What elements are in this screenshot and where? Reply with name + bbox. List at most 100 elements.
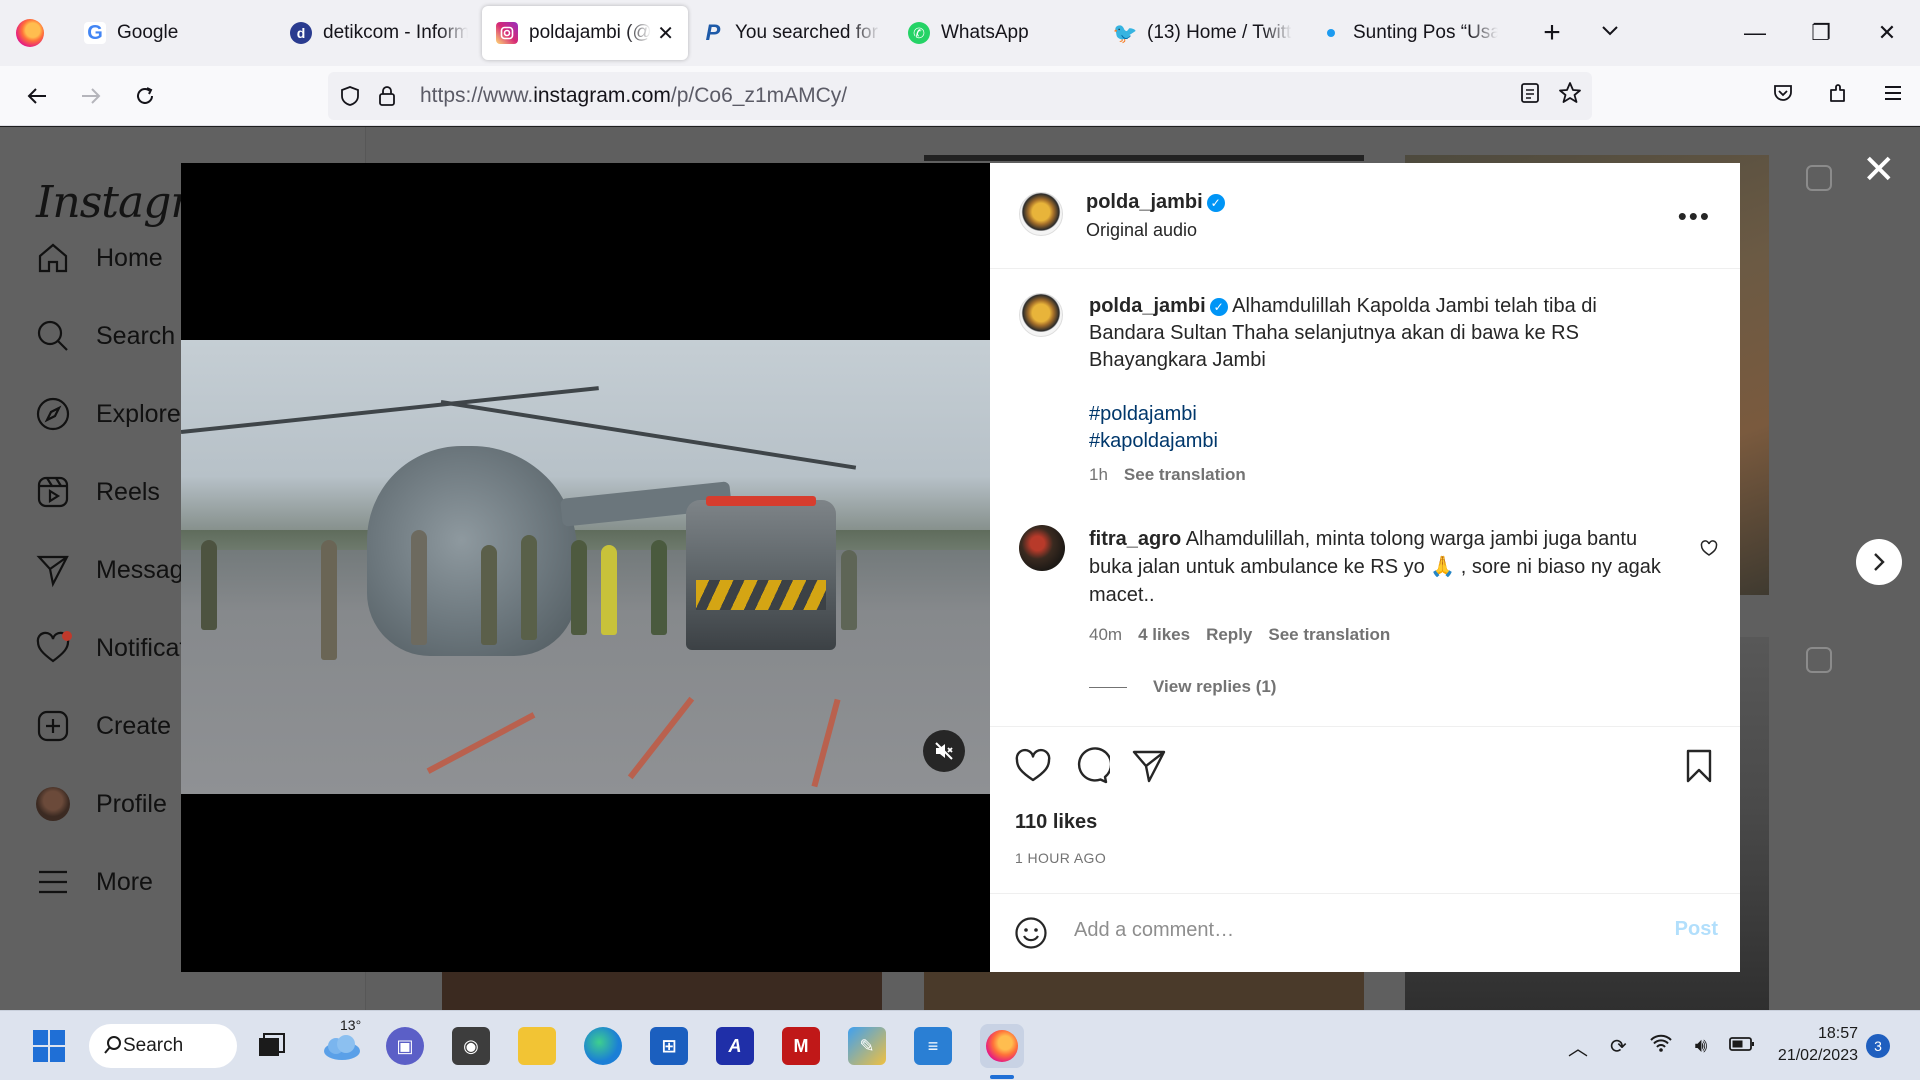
- hashtag-link[interactable]: #kapoldajambi: [1089, 428, 1649, 455]
- sidebar-item-profile[interactable]: Profile: [34, 779, 167, 829]
- likes-count[interactable]: 110 likes: [1015, 811, 1097, 834]
- tab-detik[interactable]: d detikcom - Informasi: [276, 6, 482, 60]
- comment-bubble-icon[interactable]: [1072, 747, 1113, 785]
- sidebar-item-home[interactable]: Home: [34, 233, 163, 283]
- sidebar-item-reels[interactable]: Reels: [34, 467, 160, 517]
- lock-icon[interactable]: [378, 85, 402, 107]
- post-video-player[interactable]: [181, 163, 990, 972]
- comment-input[interactable]: [1074, 919, 1634, 942]
- taskbar-search[interactable]: Search: [89, 1024, 237, 1068]
- weather-widget[interactable]: 13°: [320, 1017, 364, 1065]
- camera-icon[interactable]: ◉: [452, 1027, 490, 1065]
- sidebar-item-explore[interactable]: Explore: [34, 389, 181, 439]
- restore-icon[interactable]: ❐: [1788, 0, 1854, 66]
- taskbar-clock[interactable]: 18:57 21/02/2023: [1762, 1023, 1858, 1067]
- avatar[interactable]: [1019, 293, 1063, 337]
- comment-likes[interactable]: 4 likes: [1138, 625, 1190, 644]
- person-shape: [321, 540, 337, 660]
- tab-twitter[interactable]: 🐦 (13) Home / Twitter: [1100, 6, 1306, 60]
- chevron-down-icon[interactable]: [1592, 24, 1628, 42]
- close-tab-icon[interactable]: ✕: [657, 21, 674, 46]
- edge-icon[interactable]: [584, 1027, 622, 1065]
- reader-view-icon[interactable]: [1520, 82, 1540, 110]
- microsoft-store-icon[interactable]: ⊞: [650, 1027, 688, 1065]
- comment-time[interactable]: 40m: [1089, 625, 1122, 644]
- view-replies[interactable]: View replies (1): [1089, 673, 1679, 701]
- grid-thumbnail[interactable]: [924, 970, 1364, 1010]
- url-bar[interactable]: https://www.instagram.com/p/Co6_z1mAMCy/: [328, 72, 1592, 120]
- grid-thumbnail[interactable]: [442, 970, 882, 1010]
- caption-time[interactable]: 1h: [1089, 465, 1108, 484]
- chevron-right-icon: [1874, 553, 1885, 571]
- teams-chat-icon[interactable]: ▣: [386, 1027, 424, 1065]
- audio-label[interactable]: Original audio: [1086, 220, 1225, 241]
- person-shape: [201, 540, 217, 630]
- sidebar-item-search[interactable]: Search: [34, 311, 175, 361]
- firefox-taskbar-icon[interactable]: [980, 1024, 1024, 1068]
- bookmark-star-icon[interactable]: [1558, 81, 1582, 111]
- pocket-icon[interactable]: [1755, 82, 1810, 110]
- avatar[interactable]: [1019, 192, 1063, 236]
- notepad-icon[interactable]: ≡: [914, 1027, 952, 1065]
- sidebar-item-create[interactable]: Create: [34, 701, 171, 751]
- video-frame[interactable]: [181, 340, 990, 794]
- wifi-icon[interactable]: [1649, 1033, 1673, 1059]
- comment-like-icon[interactable]: [1700, 539, 1718, 562]
- extensions-icon[interactable]: [1810, 82, 1865, 110]
- next-post-button[interactable]: [1856, 539, 1902, 585]
- like-heart-icon[interactable]: [1014, 747, 1052, 785]
- battery-icon[interactable]: [1729, 1035, 1755, 1058]
- file-explorer-icon[interactable]: [518, 1027, 556, 1065]
- notification-count-badge[interactable]: 3: [1866, 1034, 1890, 1058]
- author-username[interactable]: polda_jambi: [1086, 191, 1203, 213]
- see-translation-link[interactable]: See translation: [1268, 625, 1390, 644]
- post-timestamp[interactable]: 1 HOUR AGO: [1015, 850, 1106, 866]
- actions-divider: [990, 726, 1740, 727]
- ambulance-shape: [686, 500, 836, 650]
- mute-button[interactable]: [923, 730, 965, 772]
- tab-wordpress[interactable]: Sunting Pos “Usai: [1306, 6, 1512, 60]
- home-icon: [34, 239, 72, 277]
- mcafee-icon[interactable]: M: [782, 1027, 820, 1065]
- grid-thumbnail[interactable]: [924, 155, 1364, 161]
- avatar[interactable]: [1019, 525, 1065, 571]
- bookmark-icon[interactable]: [1680, 747, 1718, 785]
- share-icon[interactable]: [1130, 747, 1168, 785]
- comment-username[interactable]: fitra_agro: [1089, 528, 1181, 550]
- post-comment-button[interactable]: Post: [1675, 918, 1718, 941]
- firefox-logo-icon[interactable]: [16, 19, 44, 47]
- dictionary-app-icon[interactable]: A: [716, 1027, 754, 1065]
- reply-button[interactable]: Reply: [1206, 625, 1252, 644]
- caption-username[interactable]: polda_jambi: [1089, 295, 1206, 317]
- hamburger-menu-icon[interactable]: [1865, 82, 1920, 110]
- shield-icon[interactable]: [340, 85, 364, 107]
- volume-icon[interactable]: 🔊︎: [1695, 1035, 1708, 1058]
- sync-icon[interactable]: ⟳: [1610, 1034, 1627, 1059]
- url-text[interactable]: https://www.instagram.com/p/Co6_z1mAMCy/: [420, 84, 847, 108]
- windows-start-icon[interactable]: [30, 1027, 68, 1065]
- reload-icon[interactable]: [118, 76, 172, 116]
- search-icon: [34, 317, 72, 355]
- view-replies-button[interactable]: View replies (1): [1153, 673, 1276, 701]
- tab-search-result[interactable]: P You searched for kapolda: [688, 6, 894, 60]
- tab-whatsapp[interactable]: ✆ WhatsApp: [894, 6, 1100, 60]
- sidebar-item-more[interactable]: More: [34, 857, 153, 907]
- forward-icon[interactable]: [64, 76, 118, 116]
- search-icon: [103, 1035, 123, 1061]
- chevron-up-icon[interactable]: ︿: [1568, 1032, 1588, 1061]
- ambulance-light-shape: [706, 496, 816, 506]
- close-modal-icon[interactable]: ✕: [1862, 150, 1896, 190]
- task-view-icon[interactable]: [252, 1027, 290, 1065]
- paint-icon[interactable]: ✎: [848, 1027, 886, 1065]
- new-tab-icon[interactable]: +: [1534, 16, 1570, 50]
- more-options-icon[interactable]: •••: [1678, 201, 1711, 232]
- tab-instagram[interactable]: poldajambi (@poldajambi) ✕: [482, 6, 688, 60]
- emoji-icon[interactable]: [1014, 916, 1048, 955]
- close-window-icon[interactable]: ✕: [1854, 0, 1920, 66]
- back-icon[interactable]: [10, 76, 64, 116]
- see-translation-link[interactable]: See translation: [1124, 465, 1246, 484]
- tab-google[interactable]: G Google: [70, 6, 276, 60]
- minimize-icon[interactable]: —: [1722, 0, 1788, 66]
- detik-icon: d: [290, 22, 312, 44]
- hashtag-link[interactable]: #poldajambi: [1089, 401, 1649, 428]
